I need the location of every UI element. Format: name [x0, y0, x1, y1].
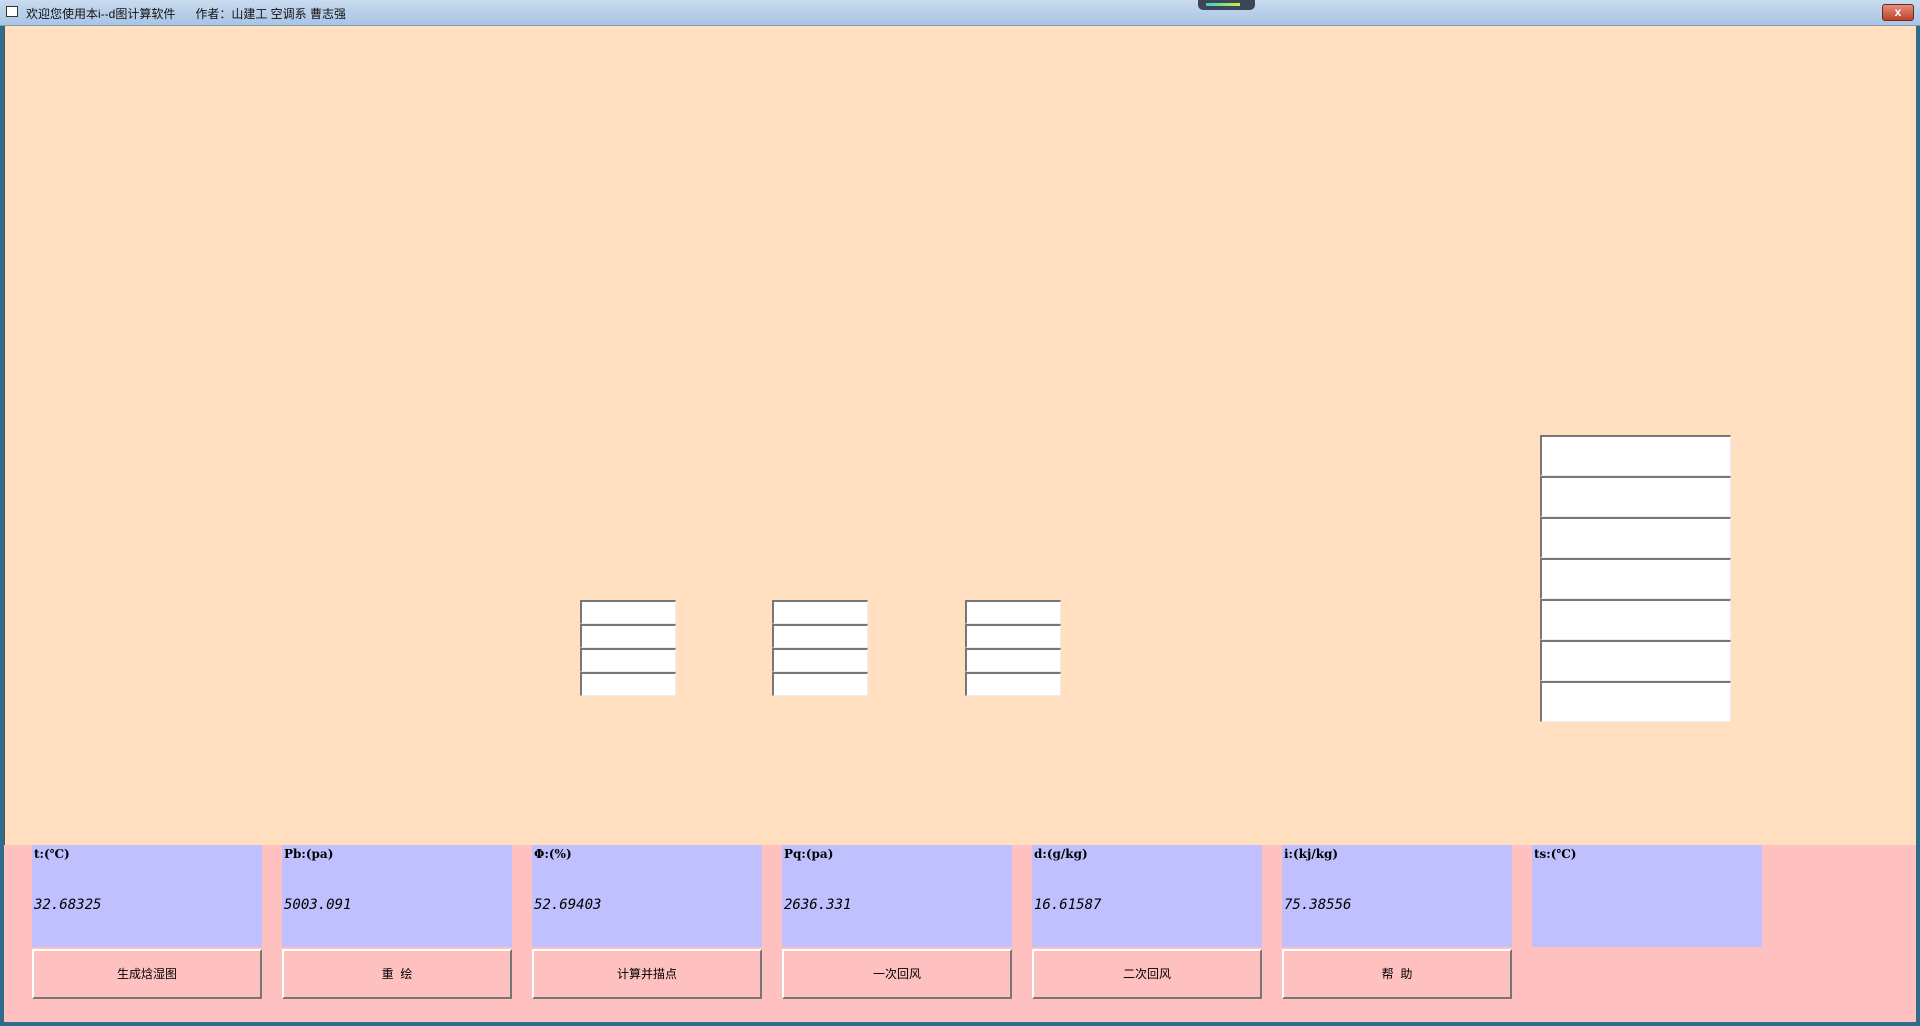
action-button-4[interactable]: 一次回风 — [782, 949, 1012, 999]
chart-canvas[interactable] — [4, 26, 1916, 845]
close-button[interactable]: x — [1882, 4, 1914, 21]
input-box-3-3[interactable] — [965, 648, 1061, 672]
action-button-1[interactable]: 生成焓湿图 — [32, 949, 262, 999]
value-text: 2636.331 — [784, 897, 852, 913]
result-box-5[interactable] — [1540, 599, 1731, 640]
value-text: 75.38556 — [1284, 897, 1352, 913]
result-box-2[interactable] — [1540, 476, 1731, 517]
result-box-6[interactable] — [1540, 640, 1731, 681]
action-button-2[interactable]: 重 绘 — [282, 949, 512, 999]
control-panel: t:(℃) 32.68325 Pb:(pa) 5003.091 Φ:(%) 52.6940… — [4, 845, 1916, 1022]
action-button-6[interactable]: 帮 助 — [1282, 949, 1512, 999]
value-label: t:(℃) — [34, 847, 70, 861]
value-label: d:(g/kg) — [1034, 847, 1088, 861]
input-box-3-1[interactable] — [965, 600, 1061, 624]
value-panel: t:(℃) 32.68325 — [32, 845, 262, 947]
window-title: 欢迎您使用本i--d图计算软件 作者：山建工 空调系 曹志强 — [26, 7, 347, 21]
app-icon — [6, 6, 18, 17]
input-box-1-3[interactable] — [580, 648, 676, 672]
title-bar: 欢迎您使用本i--d图计算软件 作者：山建工 空调系 曹志强 x — [0, 0, 1920, 26]
input-box-1-2[interactable] — [580, 624, 676, 648]
value-panel: d:(g/kg) 16.61587 — [1032, 845, 1262, 947]
input-box-2-3[interactable] — [772, 648, 868, 672]
value-panel: Pb:(pa) 5003.091 — [282, 845, 512, 947]
result-box-7[interactable] — [1540, 681, 1731, 722]
value-label: i:(kj/kg) — [1284, 847, 1339, 861]
value-text: 32.68325 — [34, 897, 102, 913]
value-text: 52.69403 — [534, 897, 602, 913]
input-box-3-2[interactable] — [965, 624, 1061, 648]
input-box-1-4[interactable] — [580, 672, 676, 696]
value-panel: i:(kj/kg) 75.38556 — [1282, 845, 1512, 947]
level-meter-icon — [1198, 0, 1255, 10]
action-button-5[interactable]: 二次回风 — [1032, 949, 1262, 999]
action-button-3[interactable]: 计算并描点 — [532, 949, 762, 999]
value-panel: ts:(℃) — [1532, 845, 1762, 947]
result-box-4[interactable] — [1540, 558, 1731, 599]
value-panel: Pq:(pa) 2636.331 — [782, 845, 1012, 947]
value-label: Pb:(pa) — [284, 847, 334, 861]
value-label: ts:(℃) — [1534, 847, 1577, 861]
input-box-3-4[interactable] — [965, 672, 1061, 696]
input-box-1-1[interactable] — [580, 600, 676, 624]
input-box-2-2[interactable] — [772, 624, 868, 648]
value-label: Pq:(pa) — [784, 847, 834, 861]
input-box-2-1[interactable] — [772, 600, 868, 624]
value-panel: Φ:(%) 52.69403 — [532, 845, 762, 947]
value-label: Φ:(%) — [534, 847, 572, 861]
result-box-1[interactable] — [1540, 435, 1731, 476]
input-box-2-4[interactable] — [772, 672, 868, 696]
value-text: 16.61587 — [1034, 897, 1102, 913]
result-box-3[interactable] — [1540, 517, 1731, 558]
value-text: 5003.091 — [284, 897, 352, 913]
